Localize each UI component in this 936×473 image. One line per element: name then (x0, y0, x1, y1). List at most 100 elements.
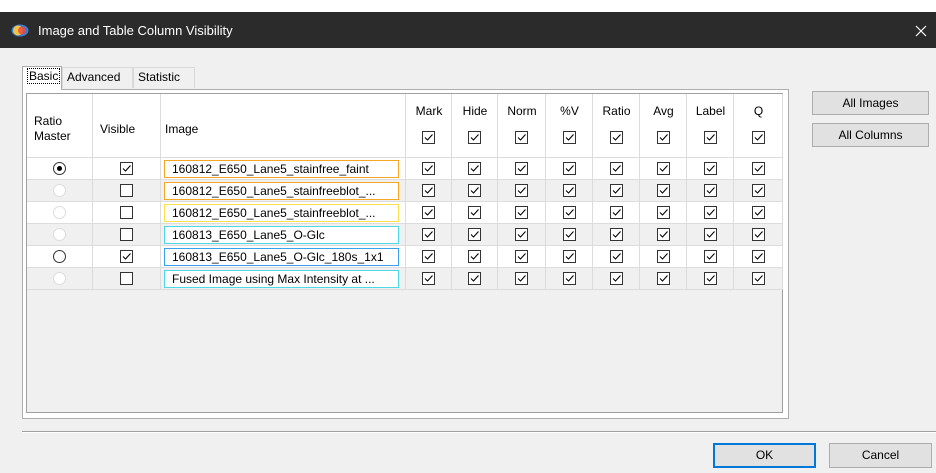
visible-checkbox[interactable] (120, 272, 133, 285)
header-label-checkbox[interactable] (704, 131, 717, 144)
ratio-checkbox[interactable] (610, 162, 623, 175)
pctv-checkbox[interactable] (563, 184, 576, 197)
q-checkbox[interactable] (752, 162, 765, 175)
pctv-checkbox[interactable] (563, 228, 576, 241)
image-name[interactable]: 160812_E650_Lane5_stainfreeblot_... (164, 182, 399, 200)
table-row[interactable]: Fused Image using Max Intensity at ... (27, 268, 784, 290)
ratio-checkbox[interactable] (610, 228, 623, 241)
image-name[interactable]: 160812_E650_Lane5_stainfreeblot_... (164, 204, 399, 222)
label-checkbox[interactable] (704, 206, 717, 219)
cell-ratio-master (27, 180, 93, 202)
header-hide-checkbox[interactable] (468, 131, 481, 144)
hide-checkbox[interactable] (468, 206, 481, 219)
label-checkbox[interactable] (704, 228, 717, 241)
cell-label (687, 268, 734, 290)
table-row[interactable]: 160812_E650_Lane5_stainfree_faint (27, 158, 784, 180)
ratio-master-radio[interactable] (53, 250, 66, 263)
table-row[interactable]: 160812_E650_Lane5_stainfreeblot_... (27, 202, 784, 224)
q-checkbox[interactable] (752, 206, 765, 219)
ok-button[interactable]: OK (713, 443, 816, 468)
cell-avg (640, 246, 687, 268)
tab-advanced[interactable]: Advanced (62, 67, 133, 88)
ratio-master-radio[interactable] (53, 162, 66, 175)
header-avg-checkbox[interactable] (657, 131, 670, 144)
avg-checkbox[interactable] (657, 250, 670, 263)
header-mark-checkbox[interactable] (422, 131, 435, 144)
ratio-checkbox[interactable] (610, 250, 623, 263)
image-name[interactable]: Fused Image using Max Intensity at ... (164, 270, 399, 288)
avg-checkbox[interactable] (657, 184, 670, 197)
header-pctv-checkbox[interactable] (563, 131, 576, 144)
label-checkbox[interactable] (704, 162, 717, 175)
pctv-checkbox[interactable] (563, 250, 576, 263)
cell-hide (452, 246, 498, 268)
norm-checkbox[interactable] (515, 228, 528, 241)
avg-checkbox[interactable] (657, 162, 670, 175)
avg-checkbox[interactable] (657, 206, 670, 219)
q-checkbox[interactable] (752, 250, 765, 263)
image-name[interactable]: 160813_E650_Lane5_O-Glc_180s_1x1 (164, 248, 399, 266)
header-norm-checkbox[interactable] (515, 131, 528, 144)
mark-checkbox[interactable] (422, 250, 435, 263)
header-q: Q (734, 94, 783, 158)
cell-ratio (593, 268, 640, 290)
cell-q (734, 224, 783, 246)
pctv-checkbox[interactable] (563, 272, 576, 285)
norm-checkbox[interactable] (515, 272, 528, 285)
tab-basic[interactable]: Basic (22, 66, 62, 90)
ratio-checkbox[interactable] (610, 272, 623, 285)
avg-checkbox[interactable] (657, 272, 670, 285)
ratio-checkbox[interactable] (610, 206, 623, 219)
ratio-checkbox[interactable] (610, 184, 623, 197)
label-checkbox[interactable] (704, 272, 717, 285)
header-ratio-checkbox[interactable] (610, 131, 623, 144)
all-images-button[interactable]: All Images (812, 91, 929, 115)
label-checkbox[interactable] (704, 250, 717, 263)
cell-pctv (546, 180, 593, 202)
hide-checkbox[interactable] (468, 228, 481, 241)
cell-visible (93, 246, 161, 268)
cell-q (734, 158, 783, 180)
visible-checkbox[interactable] (120, 228, 133, 241)
table-row[interactable]: 160812_E650_Lane5_stainfreeblot_... (27, 180, 784, 202)
hide-checkbox[interactable] (468, 162, 481, 175)
norm-checkbox[interactable] (515, 250, 528, 263)
mark-checkbox[interactable] (422, 228, 435, 241)
visibility-table[interactable]: Ratio Master Visible Image Mark Hide Norm%… (26, 93, 783, 413)
visible-checkbox[interactable] (120, 184, 133, 197)
pctv-checkbox[interactable] (563, 162, 576, 175)
header-q-checkbox[interactable] (752, 131, 765, 144)
close-button[interactable] (906, 13, 936, 48)
mark-checkbox[interactable] (422, 184, 435, 197)
label-checkbox[interactable] (704, 184, 717, 197)
cancel-button[interactable]: Cancel (829, 443, 932, 468)
tab-statistic[interactable]: Statistic (133, 67, 195, 88)
table-row[interactable]: 160813_E650_Lane5_O-Glc_180s_1x1 (27, 246, 784, 268)
cell-pctv (546, 268, 593, 290)
header-pctv: %V (546, 94, 593, 158)
cell-ratio-master (27, 224, 93, 246)
image-name[interactable]: 160812_E650_Lane5_stainfree_faint (164, 160, 399, 178)
q-checkbox[interactable] (752, 228, 765, 241)
mark-checkbox[interactable] (422, 206, 435, 219)
mark-checkbox[interactable] (422, 162, 435, 175)
hide-checkbox[interactable] (468, 250, 481, 263)
norm-checkbox[interactable] (515, 162, 528, 175)
hide-checkbox[interactable] (468, 184, 481, 197)
pctv-checkbox[interactable] (563, 206, 576, 219)
cell-image: 160812_E650_Lane5_stainfreeblot_... (161, 202, 406, 224)
image-name[interactable]: 160813_E650_Lane5_O-Glc (164, 226, 399, 244)
norm-checkbox[interactable] (515, 206, 528, 219)
table-row[interactable]: 160813_E650_Lane5_O-Glc (27, 224, 784, 246)
cell-norm (498, 158, 546, 180)
avg-checkbox[interactable] (657, 228, 670, 241)
visible-checkbox[interactable] (120, 250, 133, 263)
all-columns-button[interactable]: All Columns (812, 123, 929, 147)
q-checkbox[interactable] (752, 272, 765, 285)
mark-checkbox[interactable] (422, 272, 435, 285)
visible-checkbox[interactable] (120, 162, 133, 175)
q-checkbox[interactable] (752, 184, 765, 197)
hide-checkbox[interactable] (468, 272, 481, 285)
visible-checkbox[interactable] (120, 206, 133, 219)
norm-checkbox[interactable] (515, 184, 528, 197)
